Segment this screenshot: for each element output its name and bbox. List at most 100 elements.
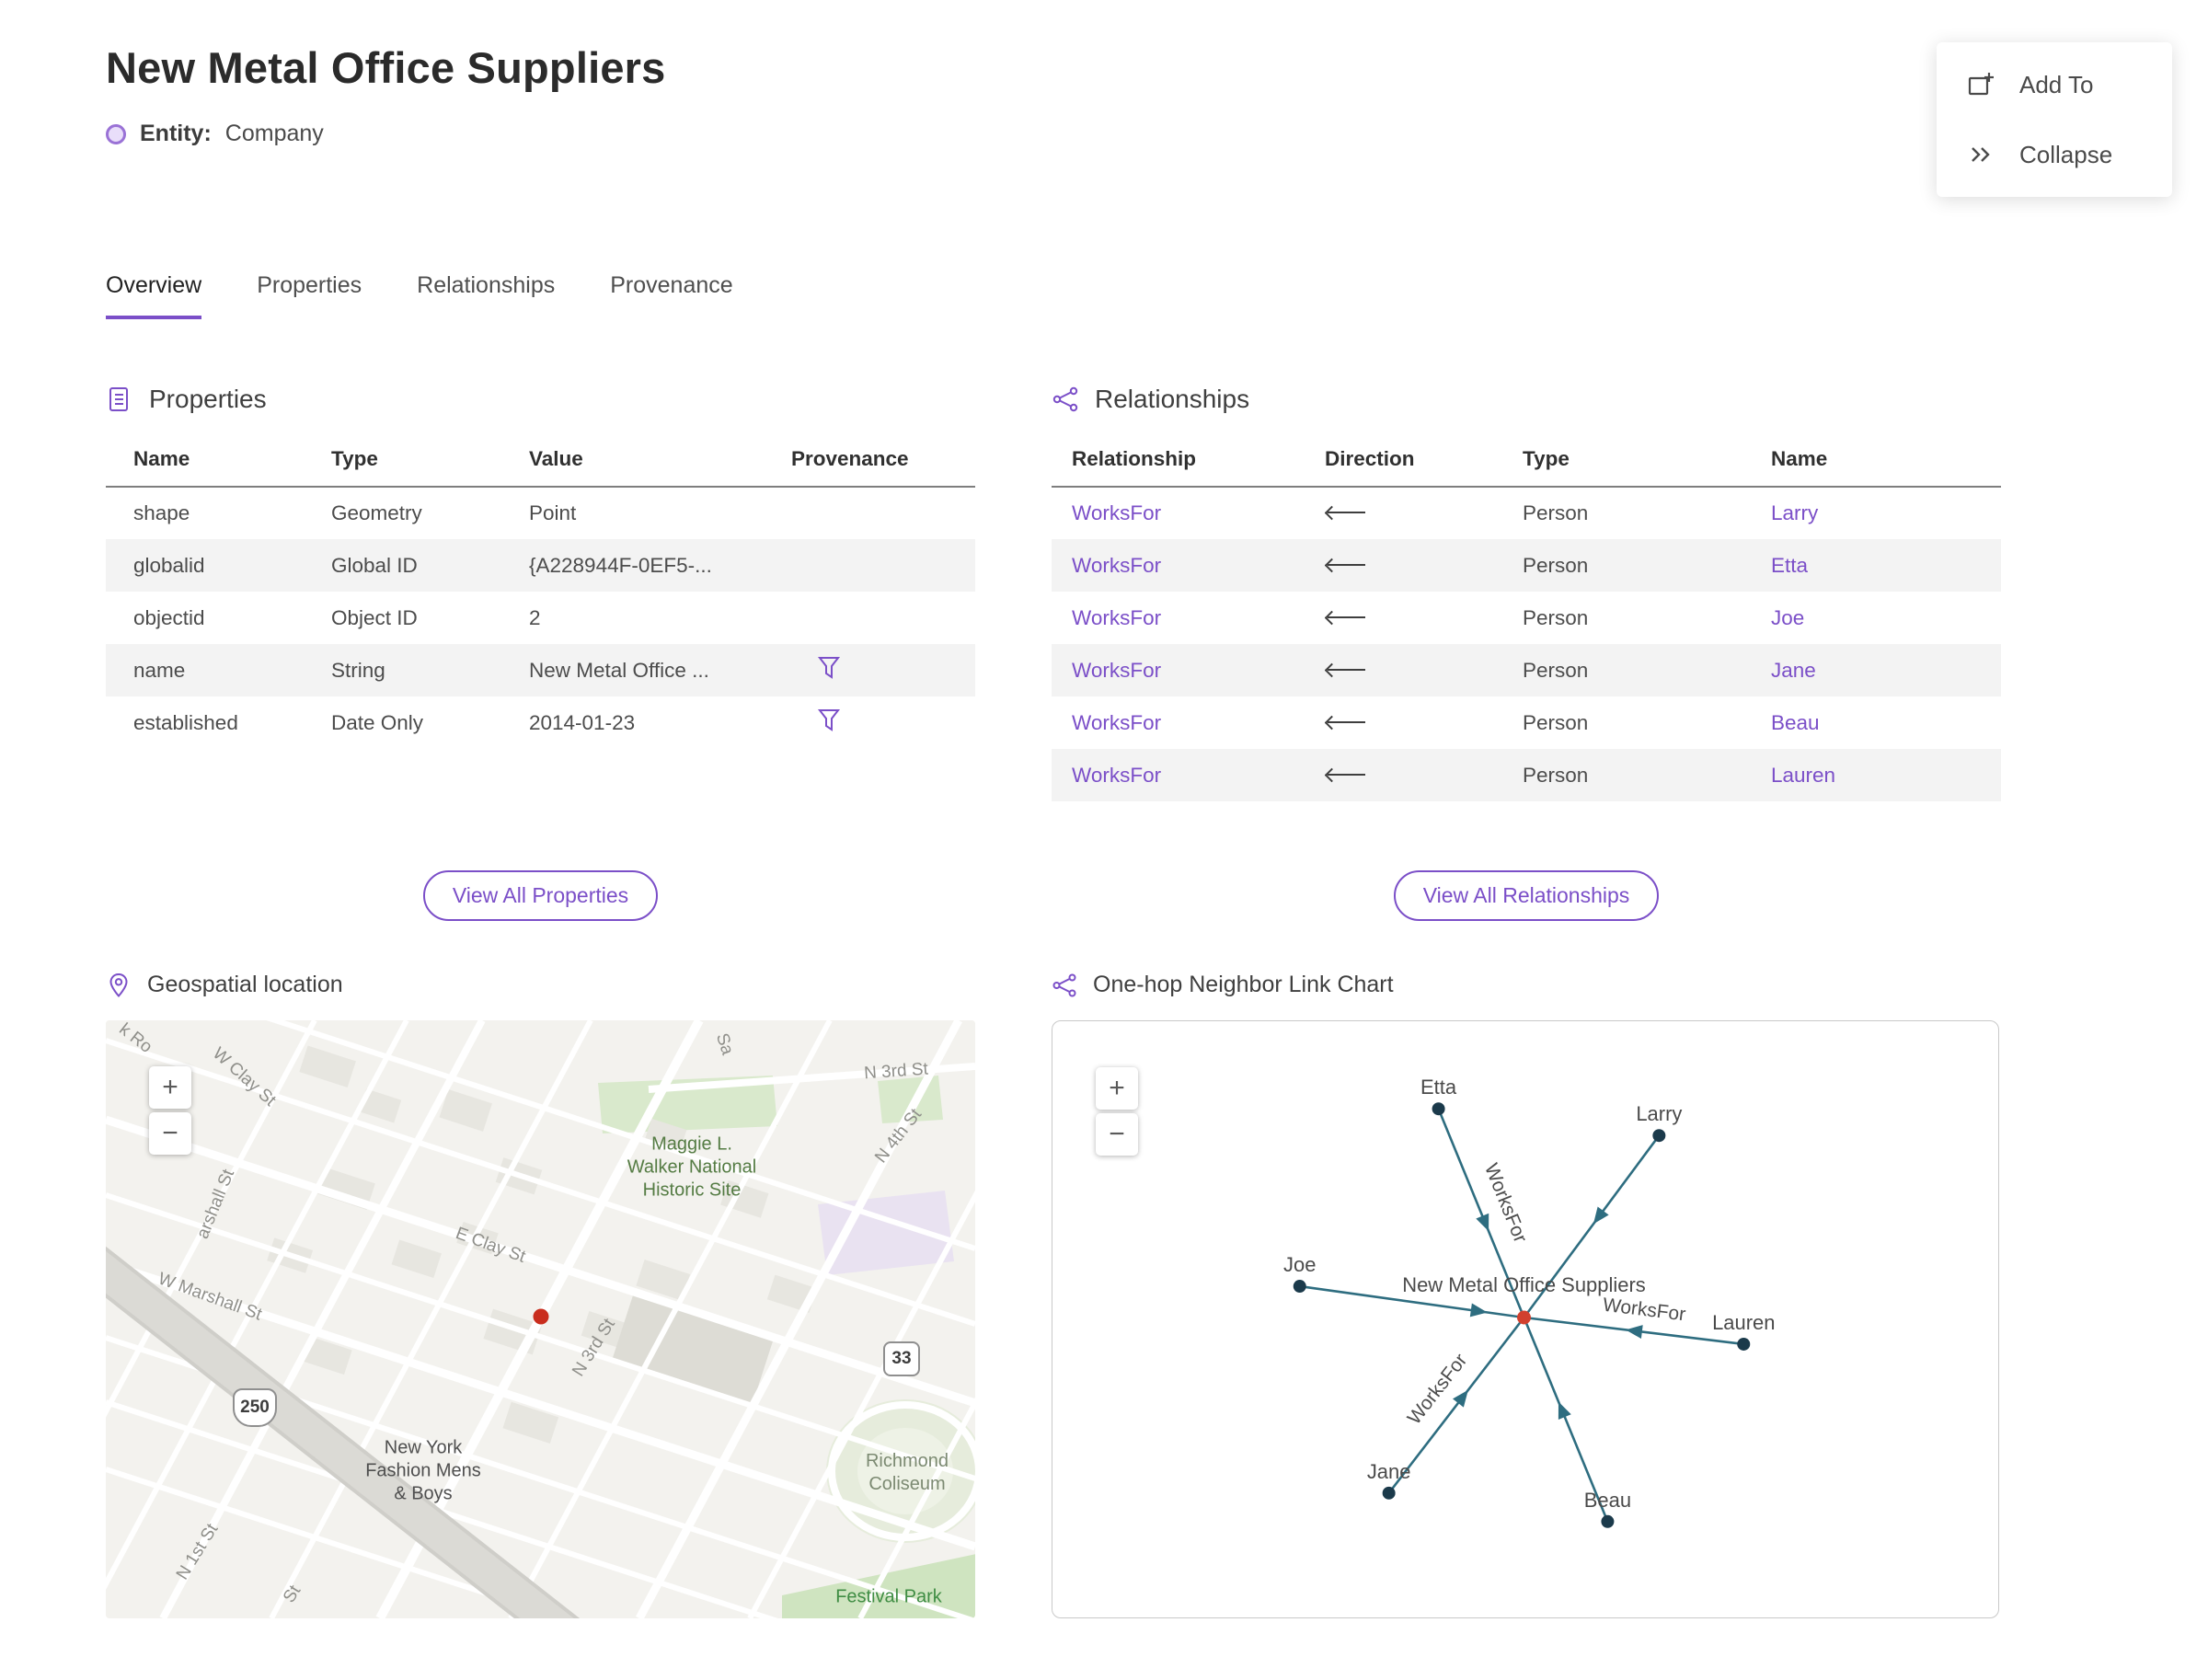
col-header-name: Name: [106, 436, 331, 488]
relationship-row: WorksFor Person Joe: [1052, 592, 2001, 644]
property-name-cell: name: [133, 658, 186, 682]
relationships-section-title: Relationships: [1095, 385, 1250, 413]
collapse-icon: [1972, 147, 1990, 162]
col-header-name: Name: [1771, 436, 2001, 488]
col-header-provenance: Provenance: [791, 436, 975, 488]
node-larry[interactable]: [1652, 1129, 1666, 1143]
entity-kind-cell: Person: [1523, 553, 1589, 577]
edge-label: WorksFor: [1480, 1160, 1531, 1246]
relationships-header-row: Relationship Direction Type Name: [1052, 436, 2001, 488]
map-zoom-control: + −: [149, 1066, 191, 1155]
tab-provenance[interactable]: Provenance: [610, 272, 732, 319]
tab-properties[interactable]: Properties: [257, 272, 362, 319]
property-row: objectid Object ID 2: [106, 592, 975, 644]
edge-label: WorksFor: [1602, 1295, 1687, 1326]
edge-arrowhead: [1625, 1325, 1643, 1340]
add-to-label: Add To: [2019, 70, 2094, 98]
entity-kind-cell: Person: [1523, 710, 1589, 734]
relationship-row: WorksFor Person Etta: [1052, 539, 2001, 592]
relationships-button-row: View All Relationships: [1052, 870, 2001, 921]
direction-left-arrow-icon: [1325, 505, 1367, 520]
node-lauren[interactable]: [1737, 1337, 1751, 1351]
properties-table: Name Type Value Provenance shape Geometr…: [106, 436, 975, 749]
collapse-button[interactable]: Collapse: [1966, 140, 2143, 169]
overview-bottom-sections: Geospatial location k Ro W Clay St Sa N …: [106, 972, 2001, 1618]
related-entity-link[interactable]: Lauren: [1771, 764, 1835, 787]
property-name-cell: objectid: [133, 605, 205, 629]
edge-label: WorksFor: [1404, 1350, 1472, 1428]
related-entity-link[interactable]: Jane: [1771, 659, 1816, 682]
tab-relationships[interactable]: Relationships: [417, 272, 555, 319]
link-chart-zoom-in-button[interactable]: +: [1096, 1067, 1138, 1110]
relationship-type-link[interactable]: WorksFor: [1072, 764, 1161, 787]
property-type-cell: Geometry: [331, 501, 422, 524]
property-type-cell: Object ID: [331, 605, 418, 629]
edge-arrowhead: [1476, 1213, 1489, 1232]
node-beau[interactable]: [1601, 1514, 1615, 1528]
node-joe[interactable]: [1293, 1280, 1306, 1294]
property-row: name String New Metal Office ...: [106, 644, 975, 696]
properties-header-row: Name Type Value Provenance: [106, 436, 975, 488]
property-name-cell: established: [133, 710, 238, 734]
link-chart-icon: [1052, 973, 1076, 996]
entity-location-marker[interactable]: [533, 1308, 549, 1325]
property-name-cell: shape: [133, 501, 190, 524]
direction-left-arrow-icon: [1325, 715, 1367, 730]
map-zoom-out-button[interactable]: −: [149, 1112, 191, 1155]
view-all-relationships-button[interactable]: View All Relationships: [1393, 870, 1660, 921]
relationship-row: WorksFor Person Larry: [1052, 487, 2001, 539]
relationship-row: WorksFor Person Lauren: [1052, 749, 2001, 801]
direction-left-arrow-icon: [1325, 767, 1367, 782]
entity-details-page: New Metal Office Suppliers Entity: Compa…: [0, 0, 2208, 1680]
center-node[interactable]: [1517, 1310, 1531, 1325]
link-chart-section-header: One-hop Neighbor Link Chart: [1052, 972, 2001, 998]
direction-left-arrow-icon: [1325, 610, 1367, 625]
related-entity-link[interactable]: Larry: [1771, 501, 1818, 524]
related-entity-link[interactable]: Etta: [1771, 554, 1808, 577]
direction-left-arrow-icon: [1325, 558, 1367, 572]
provenance-filter-icon[interactable]: [817, 708, 841, 738]
node-label: Larry: [1636, 1102, 1682, 1125]
node-label: Etta: [1420, 1076, 1457, 1099]
relationships-icon: [1052, 386, 1078, 412]
relationship-type-link[interactable]: WorksFor: [1072, 554, 1161, 577]
view-all-properties-button[interactable]: View All Properties: [422, 870, 659, 921]
collapse-label: Collapse: [2019, 140, 2113, 168]
relationship-type-link[interactable]: WorksFor: [1072, 606, 1161, 629]
provenance-filter-icon[interactable]: [817, 656, 841, 685]
property-name-cell: globalid: [133, 553, 205, 577]
related-entity-link[interactable]: Beau: [1771, 711, 1820, 734]
relationship-type-link[interactable]: WorksFor: [1072, 501, 1161, 524]
tab-bar: Overview Properties Relationships Proven…: [106, 272, 733, 319]
node-label: Beau: [1584, 1489, 1631, 1512]
property-value-cell: New Metal Office ...: [529, 658, 709, 682]
property-row: globalid Global ID {A228944F-0EF5-...: [106, 539, 975, 592]
relationship-type-link[interactable]: WorksFor: [1072, 711, 1161, 734]
page-header: New Metal Office Suppliers Entity: Compa…: [106, 42, 666, 147]
relationships-section-header: Relationships: [1052, 385, 2001, 414]
add-to-button[interactable]: Add To: [1966, 70, 2143, 99]
relationship-type-link[interactable]: WorksFor: [1072, 659, 1161, 682]
node-jane[interactable]: [1382, 1486, 1396, 1500]
add-to-icon: [1968, 73, 1994, 96]
property-type-cell: Global ID: [331, 553, 418, 577]
link-chart-canvas[interactable]: WorksFor WorksFor WorksFor Etta Larry Joe Laur…: [1052, 1020, 1999, 1618]
tab-overview[interactable]: Overview: [106, 272, 202, 319]
entity-type-value: Company: [224, 121, 324, 146]
poi-label-historic-site: Maggie L. Walker National Historic Site: [627, 1133, 757, 1201]
col-header-direction: Direction: [1325, 436, 1523, 488]
map-zoom-in-button[interactable]: +: [149, 1066, 191, 1109]
entity-type-row: Entity: Company: [106, 121, 666, 147]
properties-section-title: Properties: [149, 385, 267, 413]
node-etta[interactable]: [1432, 1102, 1445, 1116]
entity-kind-cell: Person: [1523, 658, 1589, 682]
properties-icon: [109, 387, 128, 411]
map-canvas[interactable]: k Ro W Clay St Sa N 3rd St N 4th St arsh…: [106, 1020, 975, 1618]
node-label: Lauren: [1712, 1311, 1775, 1334]
link-chart-zoom-out-button[interactable]: −: [1096, 1113, 1138, 1156]
link-chart-graph: WorksFor WorksFor WorksFor Etta Larry Joe Laur…: [1283, 1076, 1775, 1528]
related-entity-link[interactable]: Joe: [1771, 606, 1804, 629]
col-header-type: Type: [331, 436, 529, 488]
node-label: Jane: [1367, 1460, 1411, 1483]
relationships-table: Relationship Direction Type Name WorksFo…: [1052, 436, 2001, 801]
